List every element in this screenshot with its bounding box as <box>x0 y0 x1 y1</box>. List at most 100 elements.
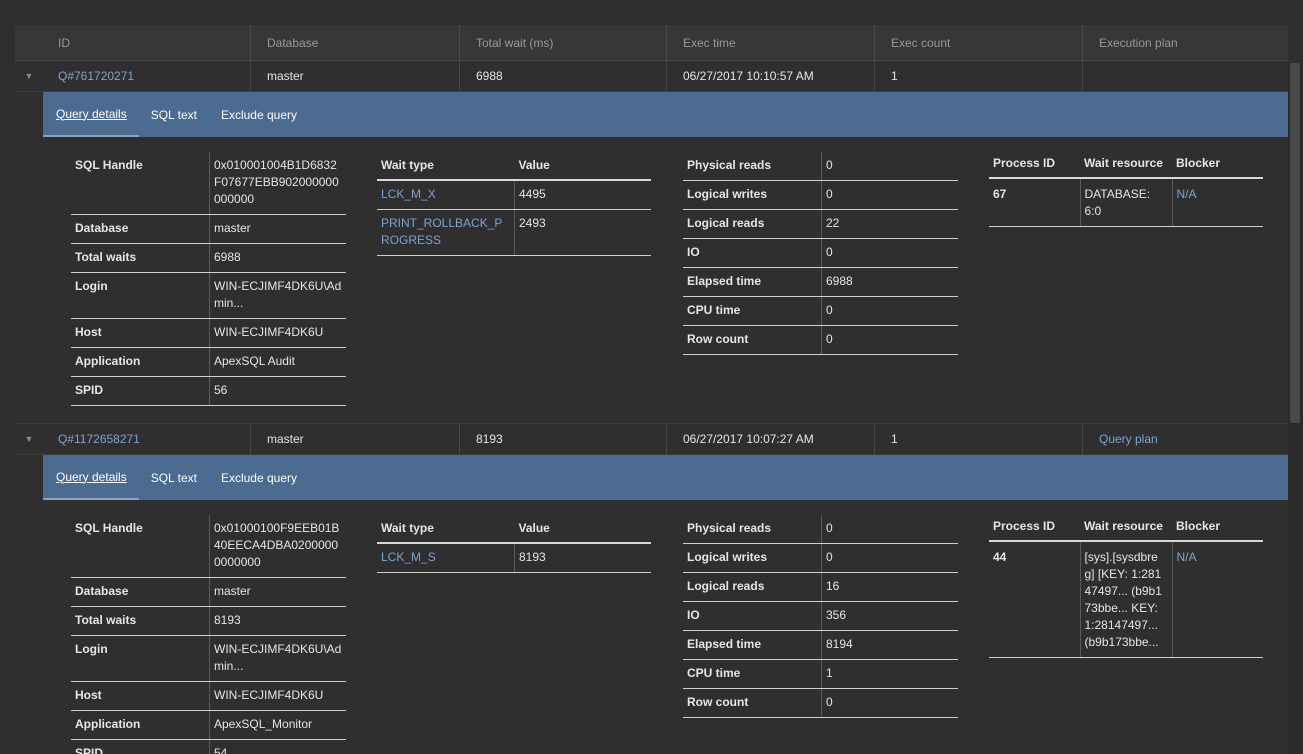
process-id-header: Process ID <box>989 515 1080 542</box>
execution-stats-table: Physical reads 0 Logical writes 0 Logical … <box>683 152 958 355</box>
scrollbar-thumb[interactable] <box>1290 63 1300 423</box>
query-id-link[interactable]: Q#1172658271 <box>43 424 251 454</box>
row-detail-panel: Query details SQL text Exclude query SQL… <box>15 92 1288 423</box>
wait-type-link[interactable]: LCK_M_S <box>377 543 515 573</box>
login-value: WIN-ECJIMF4DK6U\Admin... <box>209 635 346 682</box>
grid-header: ID Database Total wait (ms) Exec time Ex… <box>15 25 1288 61</box>
stat-key: Logical writes <box>683 543 822 573</box>
detail-value: ApexSQL_Monitor <box>209 710 346 740</box>
wait-value: 2493 <box>514 209 651 256</box>
exec-count-cell: 1 <box>875 424 1083 454</box>
column-header-execution-plan[interactable]: Execution plan <box>1083 25 1288 60</box>
tab-exclude-query[interactable]: Exclude query <box>209 92 309 137</box>
table-row[interactable]: ▼ Q#761720271 master 6988 06/27/2017 10:… <box>15 61 1288 92</box>
stat-key: Physical reads <box>683 152 822 181</box>
column-header-total-wait[interactable]: Total wait (ms) <box>460 25 667 60</box>
collapse-row-icon[interactable]: ▼ <box>15 61 43 91</box>
detail-key: Database <box>71 214 210 244</box>
value-header: Value <box>514 152 651 181</box>
wait-type-link[interactable]: PRINT_ROLLBACK_PROGRESS <box>377 209 515 256</box>
blocker-header: Blocker <box>1172 152 1263 179</box>
column-header-database[interactable]: Database <box>251 25 460 60</box>
detail-tab-bar: Query details SQL text Exclude query <box>43 455 1288 500</box>
detail-key: SQL Handle <box>71 515 210 578</box>
expand-column-header <box>15 25 43 60</box>
detail-key: Total waits <box>71 243 210 273</box>
stat-key: Logical reads <box>683 209 822 239</box>
sql-handle-value: 0x01000100F9EEB01B40EECA4DBA020000000000… <box>209 515 346 578</box>
stat-value: 0 <box>821 515 958 544</box>
detail-key: Host <box>71 318 210 348</box>
total-wait-cell: 6988 <box>460 61 667 91</box>
stat-key: Row count <box>683 688 822 718</box>
execution-plan-cell <box>1083 61 1288 91</box>
stat-key: Logical writes <box>683 180 822 210</box>
detail-key: Application <box>71 347 210 377</box>
stat-key: Physical reads <box>683 515 822 544</box>
detail-tab-bar: Query details SQL text Exclude query <box>43 92 1288 137</box>
process-table: Process ID Wait resource Blocker 67 DATA… <box>989 152 1263 227</box>
query-plan-link[interactable]: Query plan <box>1083 424 1288 454</box>
query-details-table: SQL Handle 0x010001004B1D6832F07677EBB902… <box>71 152 346 406</box>
wait-resource-header: Wait resource <box>1080 515 1172 542</box>
detail-value: 56 <box>209 376 346 406</box>
wait-type-link[interactable]: LCK_M_X <box>377 180 515 210</box>
wait-value: 8193 <box>514 543 651 573</box>
stat-key: Logical reads <box>683 572 822 602</box>
stat-value: 16 <box>821 572 958 602</box>
tab-sql-text[interactable]: SQL text <box>139 92 209 137</box>
detail-value: 54 <box>209 739 346 754</box>
stat-key: CPU time <box>683 659 822 689</box>
detail-value: ApexSQL Audit <box>209 347 346 377</box>
process-table: Process ID Wait resource Blocker 44 [sys… <box>989 515 1263 658</box>
column-header-id[interactable]: ID <box>43 25 251 60</box>
collapse-row-icon[interactable]: ▼ <box>15 424 43 454</box>
detail-key: SPID <box>71 739 210 754</box>
vertical-scrollbar[interactable] <box>1288 63 1303 754</box>
stat-value: 6988 <box>821 267 958 297</box>
tab-query-details[interactable]: Query details <box>43 92 139 137</box>
detail-value: WIN-ECJIMF4DK6U <box>209 318 346 348</box>
stat-key: Elapsed time <box>683 267 822 297</box>
exec-time-cell: 06/27/2017 10:10:57 AM <box>667 61 875 91</box>
stat-value: 22 <box>821 209 958 239</box>
detail-key: SQL Handle <box>71 152 210 215</box>
wait-resource-value: [sys].[sysdbreg] [KEY: 1:28147497... (b9… <box>1080 541 1173 658</box>
stat-key: Row count <box>683 325 822 355</box>
stat-value: 8194 <box>821 630 958 660</box>
detail-key: Application <box>71 710 210 740</box>
stat-key: IO <box>683 601 822 631</box>
stat-value: 0 <box>821 296 958 326</box>
column-header-exec-count[interactable]: Exec count <box>875 25 1083 60</box>
table-row[interactable]: ▼ Q#1172658271 master 8193 06/27/2017 10… <box>15 423 1288 455</box>
detail-value: master <box>209 577 346 607</box>
wait-resource-value: DATABASE: 6:0 <box>1080 178 1173 227</box>
detail-key: Login <box>71 272 210 319</box>
stat-value: 0 <box>821 152 958 181</box>
stat-value: 1 <box>821 659 958 689</box>
tab-sql-text[interactable]: SQL text <box>139 455 209 500</box>
query-grid: ID Database Total wait (ms) Exec time Ex… <box>15 25 1288 754</box>
detail-key: Host <box>71 681 210 711</box>
blocker-header: Blocker <box>1172 515 1263 542</box>
detail-value: 8193 <box>209 606 346 636</box>
stat-value: 0 <box>821 238 958 268</box>
execution-stats-table: Physical reads 0 Logical writes 0 Logical … <box>683 515 958 718</box>
process-id-value: 44 <box>989 541 1081 658</box>
row-detail-panel: Query details SQL text Exclude query SQL… <box>15 455 1288 754</box>
detail-value: WIN-ECJIMF4DK6U <box>209 681 346 711</box>
query-id-link[interactable]: Q#761720271 <box>43 61 251 91</box>
stat-key: Elapsed time <box>683 630 822 660</box>
process-id-header: Process ID <box>989 152 1080 179</box>
tab-exclude-query[interactable]: Exclude query <box>209 455 309 500</box>
column-header-exec-time[interactable]: Exec time <box>667 25 875 60</box>
blocker-link[interactable]: N/A <box>1172 541 1263 658</box>
blocker-link[interactable]: N/A <box>1172 178 1263 227</box>
database-cell: master <box>251 61 460 91</box>
stat-key: IO <box>683 238 822 268</box>
tab-query-details[interactable]: Query details <box>43 455 139 500</box>
stat-value: 356 <box>821 601 958 631</box>
wait-type-header: Wait type <box>377 515 515 544</box>
exec-time-cell: 06/27/2017 10:07:27 AM <box>667 424 875 454</box>
stat-value: 0 <box>821 180 958 210</box>
